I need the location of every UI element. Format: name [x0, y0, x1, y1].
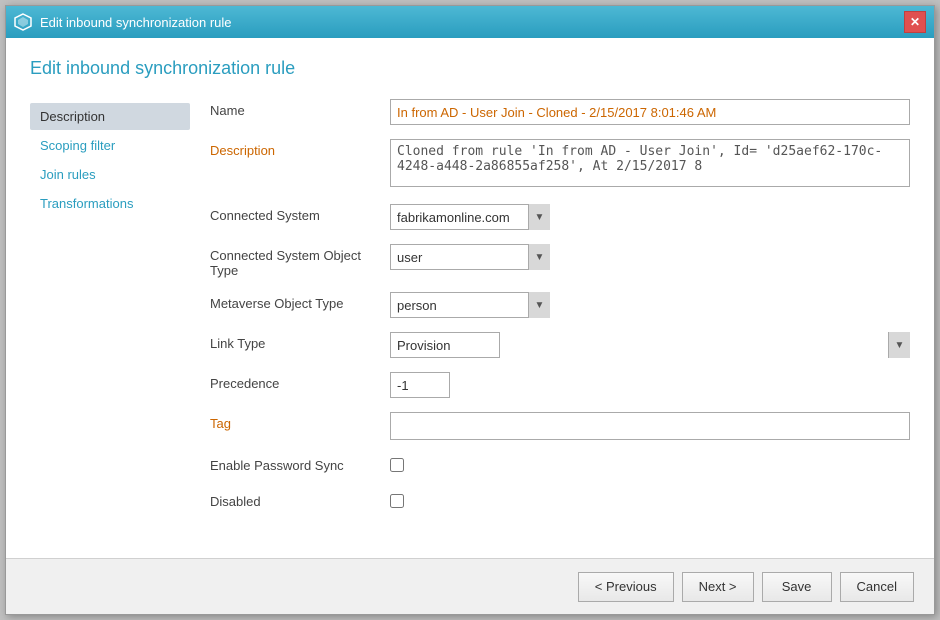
disabled-checkbox-wrapper [390, 490, 910, 512]
connected-system-label: Connected System [210, 204, 390, 223]
connected-system-object-type-row: Connected System Object Type user ▼ [210, 244, 910, 278]
disabled-control [390, 490, 910, 512]
precedence-label: Precedence [210, 372, 390, 391]
connected-system-object-type-select[interactable]: user [390, 244, 550, 270]
main-layout: Description Scoping filter Join rules Tr… [30, 99, 910, 558]
sidebar-item-transformations[interactable]: Transformations [30, 190, 190, 217]
tag-input[interactable] [390, 412, 910, 440]
main-window: Edit inbound synchronization rule ✕ Edit… [5, 5, 935, 615]
page-title: Edit inbound synchronization rule [30, 58, 910, 79]
metaverse-object-type-control: person ▼ [390, 292, 910, 318]
enable-password-sync-checkbox-wrapper [390, 454, 910, 476]
connected-system-object-type-select-wrapper: user ▼ [390, 244, 550, 270]
link-type-select[interactable]: Provision Join StickyJoin [390, 332, 500, 358]
disabled-checkbox[interactable] [390, 494, 404, 508]
app-icon [14, 13, 32, 31]
precedence-input[interactable] [390, 372, 450, 398]
enable-password-sync-label: Enable Password Sync [210, 454, 390, 473]
metaverse-object-type-select[interactable]: person [390, 292, 550, 318]
enable-password-sync-checkbox[interactable] [390, 458, 404, 472]
connected-system-control: fabrikamonline.com ▼ [390, 204, 910, 230]
title-bar-left: Edit inbound synchronization rule [14, 13, 232, 31]
description-control: Cloned from rule 'In from AD - User Join… [390, 139, 910, 190]
description-row: Description Cloned from rule 'In from AD… [210, 139, 910, 190]
cancel-button[interactable]: Cancel [840, 572, 914, 602]
link-type-select-wrapper: Provision Join StickyJoin ▼ [390, 332, 910, 358]
metaverse-object-type-row: Metaverse Object Type person ▼ [210, 292, 910, 318]
link-type-row: Link Type Provision Join StickyJoin ▼ [210, 332, 910, 358]
disabled-row: Disabled [210, 490, 910, 512]
content-area: Edit inbound synchronization rule Descri… [6, 38, 934, 558]
metaverse-object-type-label: Metaverse Object Type [210, 292, 390, 311]
connected-system-select-wrapper: fabrikamonline.com ▼ [390, 204, 550, 230]
connected-system-object-type-label: Connected System Object Type [210, 244, 390, 278]
connected-system-object-type-control: user ▼ [390, 244, 910, 270]
tag-row: Tag [210, 412, 910, 440]
next-button[interactable]: Next > [682, 572, 754, 602]
sidebar: Description Scoping filter Join rules Tr… [30, 99, 190, 558]
connected-system-select[interactable]: fabrikamonline.com [390, 204, 550, 230]
metaverse-object-type-select-wrapper: person ▼ [390, 292, 550, 318]
title-bar-text: Edit inbound synchronization rule [40, 15, 232, 30]
save-button[interactable]: Save [762, 572, 832, 602]
previous-button[interactable]: < Previous [578, 572, 674, 602]
precedence-control [390, 372, 910, 398]
name-row: Name [210, 99, 910, 125]
title-bar: Edit inbound synchronization rule ✕ [6, 6, 934, 38]
description-label: Description [210, 139, 390, 158]
sidebar-item-description[interactable]: Description [30, 103, 190, 130]
footer: < Previous Next > Save Cancel [6, 558, 934, 614]
link-type-arrow-icon: ▼ [888, 332, 910, 358]
name-input[interactable] [390, 99, 910, 125]
name-control [390, 99, 910, 125]
enable-password-sync-control [390, 454, 910, 476]
name-label: Name [210, 99, 390, 118]
connected-system-row: Connected System fabrikamonline.com ▼ [210, 204, 910, 230]
enable-password-sync-row: Enable Password Sync [210, 454, 910, 476]
tag-label: Tag [210, 412, 390, 431]
disabled-label: Disabled [210, 490, 390, 509]
link-type-label: Link Type [210, 332, 390, 351]
tag-control [390, 412, 910, 440]
link-type-control: Provision Join StickyJoin ▼ [390, 332, 910, 358]
sidebar-item-join-rules[interactable]: Join rules [30, 161, 190, 188]
close-button[interactable]: ✕ [904, 11, 926, 33]
sidebar-item-scoping-filter[interactable]: Scoping filter [30, 132, 190, 159]
description-input[interactable]: Cloned from rule 'In from AD - User Join… [390, 139, 910, 187]
form-area: Name Description Cloned from rule 'In fr… [190, 99, 910, 558]
precedence-row: Precedence [210, 372, 910, 398]
